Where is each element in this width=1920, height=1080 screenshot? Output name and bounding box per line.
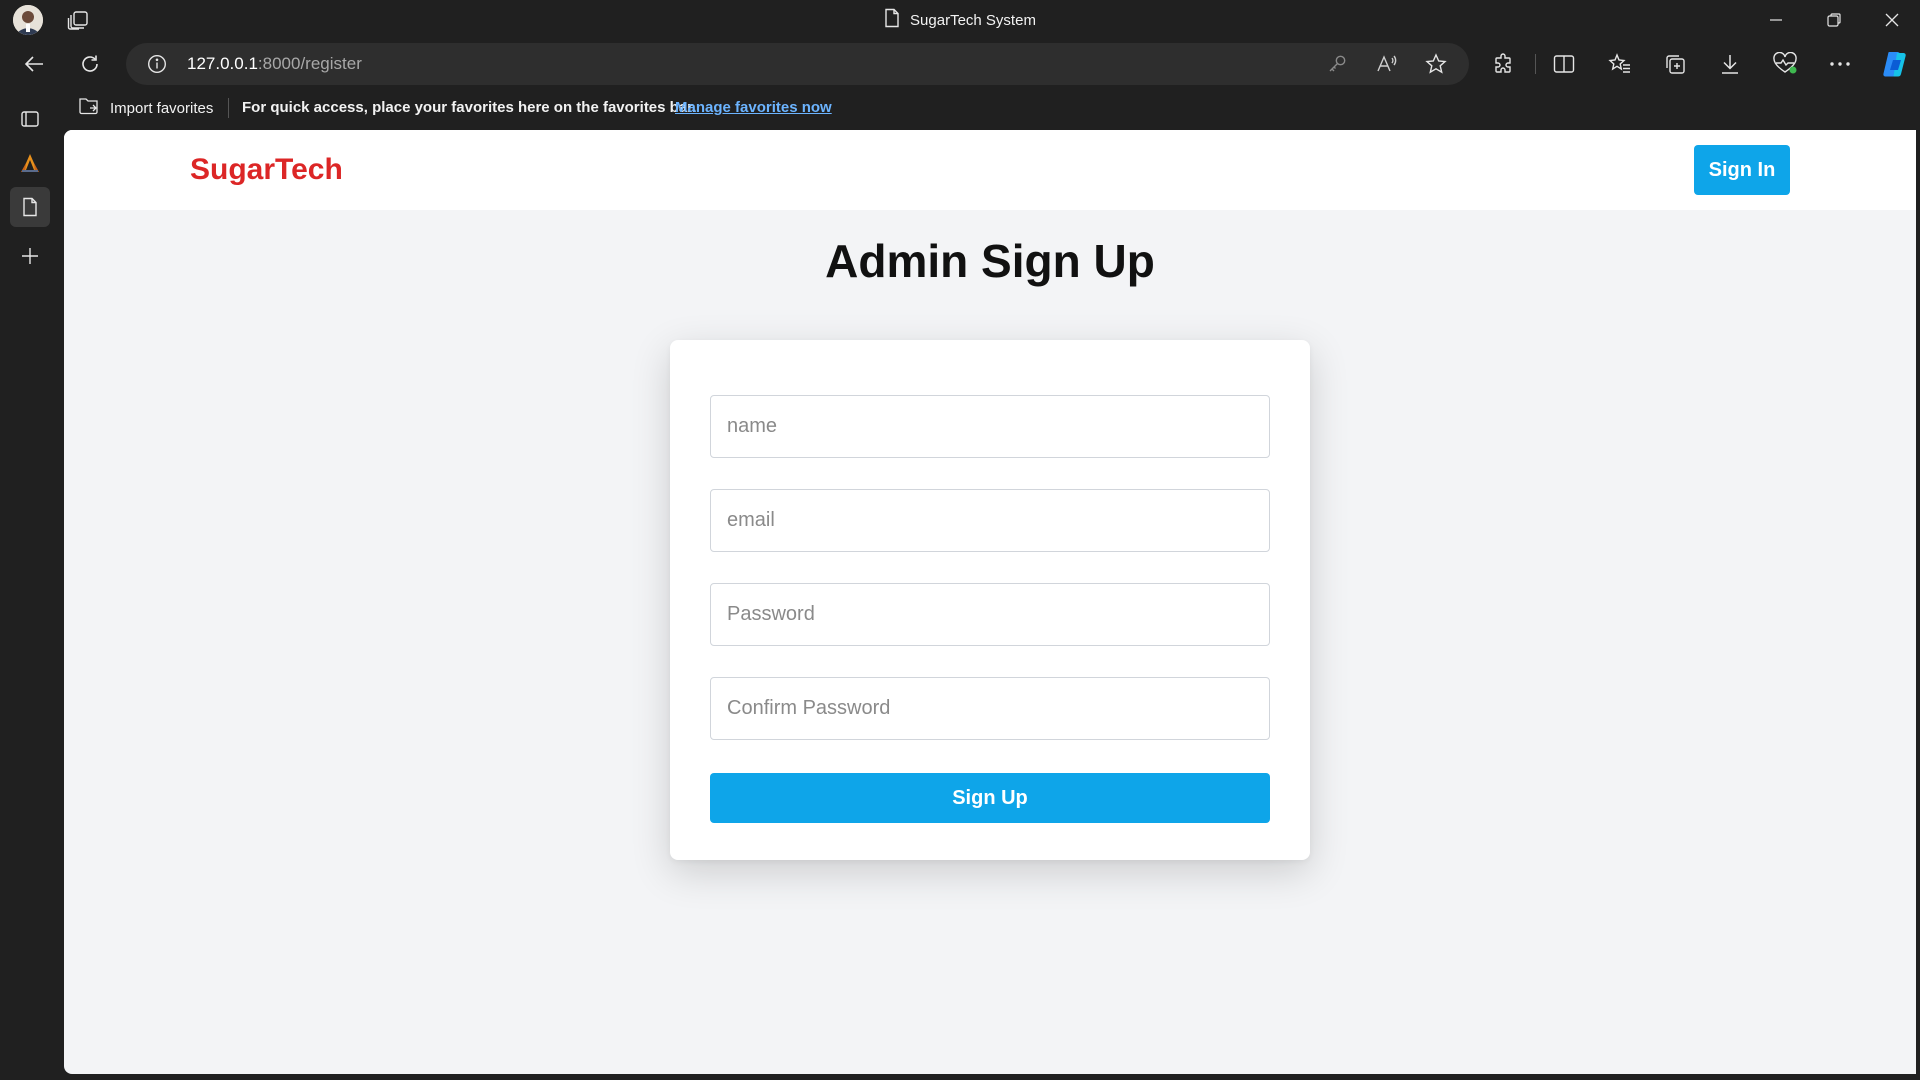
import-favorites-label: Import favorites [110, 99, 214, 117]
url-text[interactable]: 127.0.0.1:8000/register [187, 43, 362, 85]
site-info-icon[interactable] [146, 53, 168, 75]
downloads-icon[interactable] [1716, 50, 1744, 78]
sign-in-button[interactable]: Sign In [1694, 145, 1790, 195]
new-tab-plus-icon[interactable] [10, 236, 50, 276]
page-document-icon [884, 8, 900, 32]
name-field[interactable] [710, 395, 1270, 458]
favorites-divider [228, 98, 229, 118]
profile-avatar[interactable] [13, 5, 43, 35]
password-field[interactable] [710, 583, 1270, 646]
sign-up-button[interactable]: Sign Up [710, 773, 1270, 823]
restore-button[interactable] [1806, 0, 1862, 40]
workspaces-icon[interactable] [64, 8, 92, 32]
toolbar-divider [1535, 54, 1536, 74]
extensions-icon[interactable] [1490, 50, 1518, 78]
more-icon[interactable] [1826, 50, 1854, 78]
collections-icon[interactable] [1661, 50, 1689, 78]
read-aloud-icon[interactable] [1375, 52, 1399, 76]
refresh-button[interactable] [72, 46, 108, 82]
page-title: Admin Sign Up [825, 235, 1155, 287]
key-icon[interactable] [1325, 52, 1349, 76]
url-path: :8000/register [257, 54, 362, 73]
close-window-button[interactable] [1864, 0, 1920, 40]
address-bar[interactable]: 127.0.0.1:8000/register [126, 43, 1469, 85]
minimize-button[interactable] [1748, 0, 1804, 40]
email-field[interactable] [710, 489, 1270, 552]
favorite-star-icon[interactable] [1424, 52, 1448, 76]
browser-essentials-icon[interactable] [1771, 50, 1799, 78]
favorites-icon[interactable] [1606, 50, 1634, 78]
address-row: 127.0.0.1:8000/register [0, 40, 1920, 88]
site-header: SugarTech Sign In [64, 130, 1916, 210]
brand-logo[interactable]: SugarTech [190, 130, 343, 210]
import-favorites-button[interactable]: Import favorites [78, 88, 213, 128]
active-tab-document-icon[interactable] [10, 187, 50, 227]
title-bar: SugarTech System [0, 0, 1920, 40]
favorites-bar-message: For quick access, place your favorites h… [242, 99, 697, 116]
browser-sidebar [0, 88, 64, 1080]
window-title: SugarTech System [910, 11, 1036, 29]
favorites-bar: Import favorites For quick access, place… [64, 88, 1920, 128]
window-title-area: SugarTech System [0, 0, 1920, 40]
page-viewport: SugarTech Sign In Admin Sign Up Sign Up [64, 130, 1916, 1074]
url-host: 127.0.0.1 [187, 54, 258, 73]
pinned-site-icon[interactable] [10, 143, 50, 183]
split-screen-icon[interactable] [1550, 50, 1578, 78]
manage-favorites-link[interactable]: Manage favorites now [675, 88, 832, 128]
signup-form-card: Sign Up [670, 340, 1310, 860]
copilot-icon[interactable] [1878, 47, 1912, 81]
confirm-password-field[interactable] [710, 677, 1270, 740]
tab-actions-icon[interactable] [10, 99, 50, 139]
import-favorites-icon [78, 96, 100, 120]
back-button[interactable] [16, 46, 52, 82]
